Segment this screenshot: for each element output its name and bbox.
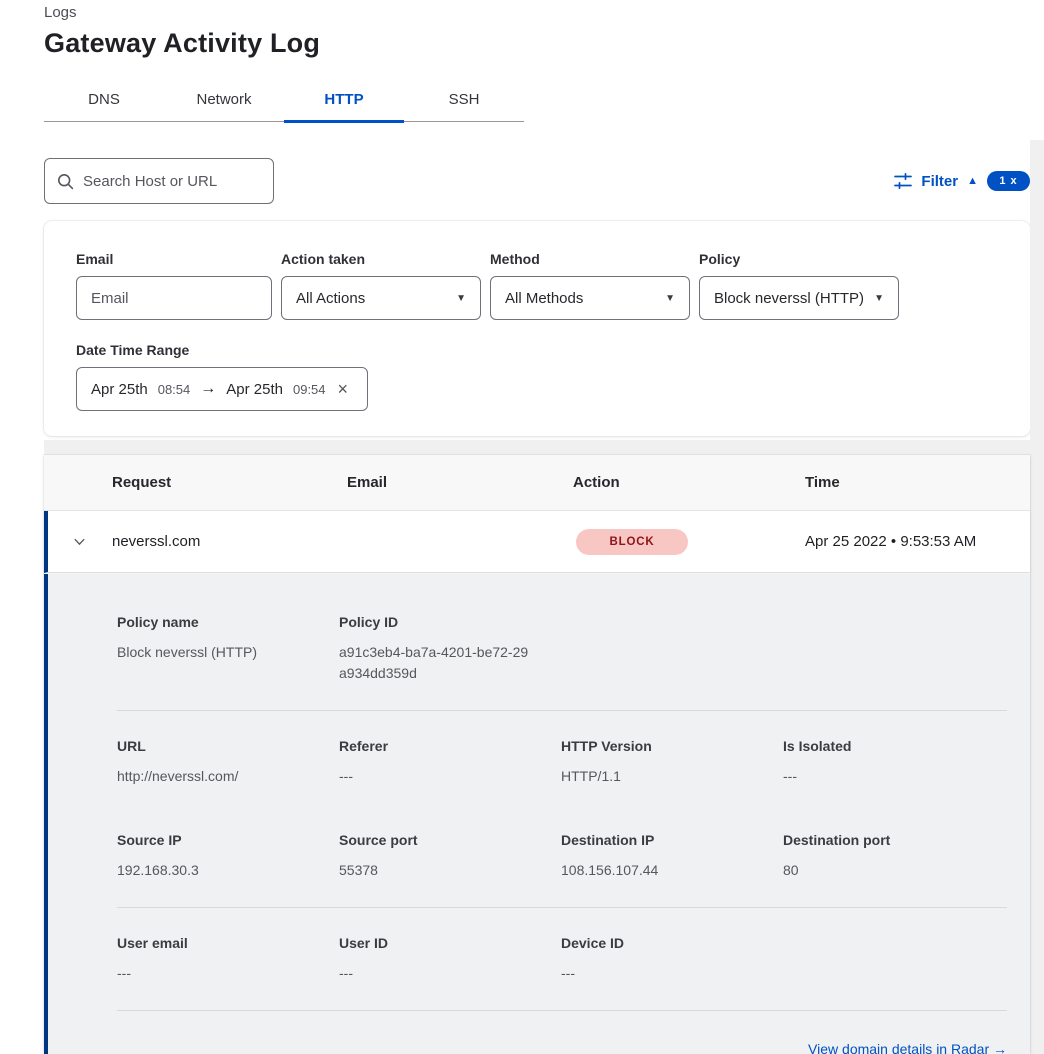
- table-row[interactable]: neverssl.com BLOCK Apr 25 2022 • 9:53:53…: [44, 511, 1030, 573]
- breadcrumb: Logs: [44, 4, 1044, 21]
- email-filter-field: Email: [76, 251, 272, 320]
- chevron-down-icon: ▼: [456, 293, 466, 304]
- table-header: Request Email Action Time: [44, 455, 1030, 511]
- filter-toggle[interactable]: Filter: [921, 173, 958, 190]
- search-input[interactable]: [83, 173, 261, 190]
- policy-id-item: Policy ID a91c3eb4-ba7a-4201-be72-29a934…: [339, 614, 561, 684]
- destination-port-item: Destination port 80: [783, 832, 1007, 881]
- policy-select[interactable]: Block neverssl (HTTP) ▼: [699, 276, 899, 320]
- url-item: URL http://neverssl.com/: [117, 738, 339, 787]
- user-email-item: User email ---: [117, 935, 339, 984]
- method-field: Method All Methods ▼: [490, 251, 690, 320]
- policy-label: Policy: [699, 251, 899, 267]
- action-taken-select[interactable]: All Actions ▼: [281, 276, 481, 320]
- time-cell: Apr 25 2022 • 9:53:53 AM: [805, 533, 1030, 550]
- source-port-item: Source port 55378: [339, 832, 561, 881]
- end-time: 09:54: [293, 382, 326, 397]
- log-type-tabs: DNS Network HTTP SSH: [44, 81, 524, 122]
- email-filter-input[interactable]: [91, 290, 257, 307]
- destination-ip-item: Destination IP 108.156.107.44: [561, 832, 783, 881]
- date-range-label: Date Time Range: [76, 342, 1030, 358]
- policy-field: Policy Block neverssl (HTTP) ▼: [699, 251, 899, 320]
- collapse-caret-icon[interactable]: ▲: [967, 176, 978, 187]
- filter-controls: Filter ▲ 1 x: [894, 158, 1030, 204]
- tab-network[interactable]: Network: [164, 81, 284, 123]
- filter-panel: Email Action taken All Actions ▼ Method …: [44, 221, 1030, 436]
- action-taken-field: Action taken All Actions ▼: [281, 251, 481, 320]
- tab-http[interactable]: HTTP: [284, 81, 404, 123]
- row-details-panel: Policy name Block neverssl (HTTP) Policy…: [44, 574, 1030, 1054]
- chevron-down-icon: ▼: [665, 293, 675, 304]
- tab-ssh[interactable]: SSH: [404, 81, 524, 123]
- column-action: Action: [573, 474, 805, 491]
- card-gap: [44, 440, 1044, 455]
- method-select[interactable]: All Methods ▼: [490, 276, 690, 320]
- method-value: All Methods: [505, 290, 583, 307]
- column-email: Email: [347, 474, 573, 491]
- clear-date-range-icon[interactable]: ×: [338, 379, 349, 400]
- search-box[interactable]: [44, 158, 274, 204]
- is-isolated-item: Is Isolated ---: [783, 738, 1007, 787]
- filter-sliders-icon: [894, 172, 912, 190]
- date-range-field: Date Time Range Apr 25th 08:54 → Apr 25t…: [76, 342, 1030, 411]
- divider: [117, 1010, 1007, 1011]
- page-header: Logs Gateway Activity Log: [0, 0, 1044, 59]
- policy-id-link[interactable]: a91c3eb4-ba7a-4201-be72-29a934dd359d: [339, 642, 531, 684]
- filter-count-badge[interactable]: 1 x: [987, 171, 1030, 191]
- email-filter-label: Email: [76, 251, 272, 267]
- end-date: Apr 25th: [226, 381, 283, 398]
- request-cell: neverssl.com: [112, 533, 347, 550]
- start-date: Apr 25th: [91, 381, 148, 398]
- start-time: 08:54: [158, 382, 191, 397]
- chevron-down-icon[interactable]: [72, 534, 112, 549]
- action-taken-label: Action taken: [281, 251, 481, 267]
- toolbar: Filter ▲ 1 x: [44, 158, 1030, 204]
- gateway-activity-log-page: Logs Gateway Activity Log DNS Network HT…: [0, 0, 1044, 1054]
- tab-dns[interactable]: DNS: [44, 81, 164, 123]
- date-range-picker[interactable]: Apr 25th 08:54 → Apr 25th 09:54 ×: [76, 367, 368, 411]
- column-time: Time: [805, 474, 1030, 491]
- range-arrow-icon: →: [200, 380, 216, 398]
- user-id-item: User ID ---: [339, 935, 561, 984]
- page-gutter: [1030, 140, 1044, 1054]
- policy-name-item: Policy name Block neverssl (HTTP): [117, 614, 339, 684]
- chevron-down-icon: ▼: [874, 293, 884, 304]
- action-cell: BLOCK: [573, 529, 805, 555]
- search-icon: [57, 173, 74, 190]
- status-badge: BLOCK: [576, 529, 688, 555]
- divider: [117, 907, 1007, 908]
- device-id-item: Device ID ---: [561, 935, 783, 984]
- radar-details-link[interactable]: View domain details in Radar →: [808, 1041, 1007, 1054]
- page-title: Gateway Activity Log: [44, 28, 1044, 59]
- source-ip-item: Source IP 192.168.30.3: [117, 832, 339, 881]
- method-label: Method: [490, 251, 690, 267]
- log-table: Request Email Action Time neverssl.com B…: [44, 455, 1030, 1054]
- policy-value: Block neverssl (HTTP): [714, 290, 864, 307]
- http-version-item: HTTP Version HTTP/1.1: [561, 738, 783, 787]
- action-taken-value: All Actions: [296, 290, 365, 307]
- column-request: Request: [112, 474, 347, 491]
- referer-item: Referer ---: [339, 738, 561, 787]
- divider: [117, 710, 1007, 711]
